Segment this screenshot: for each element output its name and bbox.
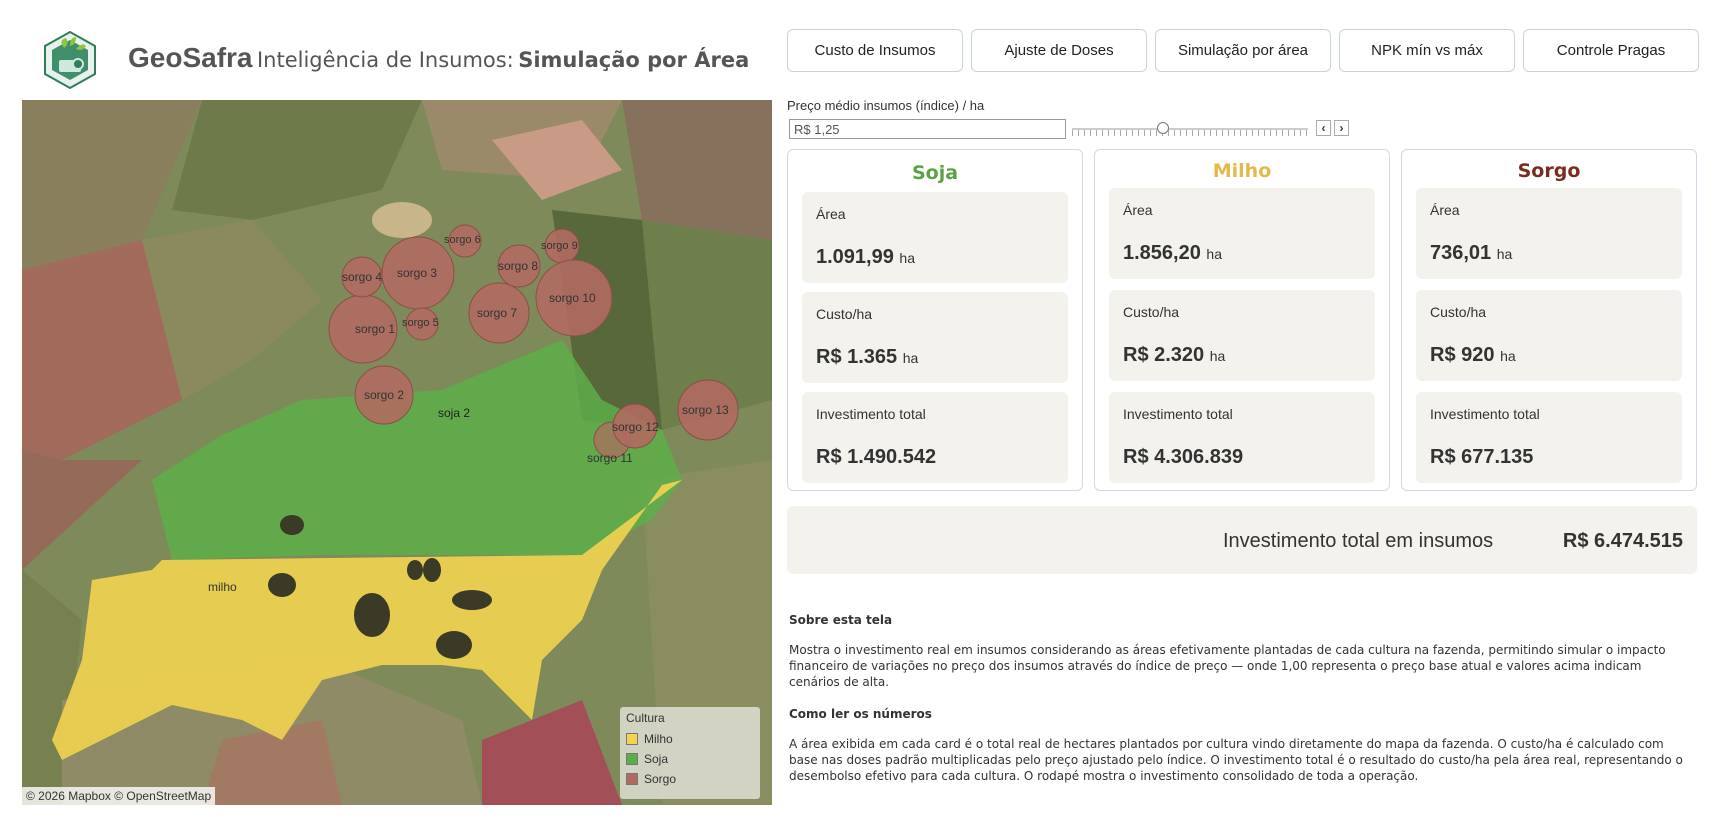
slider-ticks <box>1072 130 1308 136</box>
map-label-sorgo-4: sorgo 4 <box>342 270 383 284</box>
total-investment-value: R$ 6.474.515 <box>1562 530 1683 552</box>
legend-item-sorgo: Sorgo <box>626 769 754 789</box>
legend-label: Milho <box>644 732 673 746</box>
metric-value: R$ 4.306.839 <box>1123 446 1244 468</box>
map-label-sorgo-11: sorgo 11 <box>587 451 633 465</box>
legend-title: Cultura <box>626 711 665 725</box>
map-label-soja: soja 2 <box>438 406 471 420</box>
metric-value: R$ 1.490.542 <box>816 446 937 468</box>
metric-cost: Custo/ha R$ 2.320 ha <box>1109 290 1375 381</box>
metric-area: Área 1.856,20 ha <box>1109 188 1375 279</box>
how-to-read-title: Como ler os números <box>789 707 932 721</box>
metric-value: 1.091,99 ha <box>816 246 915 268</box>
header-subtitle: Inteligência de Insumos: <box>256 48 514 72</box>
crop-card-sorgo: Sorgo Área 736,01 ha Custo/ha R$ 920 ha … <box>1401 149 1697 491</box>
legend-item-soja: Soja <box>626 749 754 769</box>
metric-label: Custo/ha <box>1123 304 1180 320</box>
page-title: Simulação por Área <box>518 48 750 72</box>
total-investment-box: Investimento total em insumos R$ 6.474.5… <box>787 506 1697 574</box>
about-section: Sobre esta tela Mostra o investimento re… <box>789 612 1689 800</box>
nav-simulacao-area-button[interactable]: Simulação por área <box>1155 29 1331 72</box>
map-label-sorgo-5: sorgo 5 <box>402 317 439 329</box>
metric-value: R$ 920 ha <box>1430 344 1516 366</box>
nav-custo-insumos-button[interactable]: Custo de Insumos <box>787 29 963 72</box>
metric-investment: Investimento total R$ 1.490.542 <box>802 392 1068 483</box>
map-label-sorgo-12: sorgo 12 <box>612 420 659 434</box>
map-label-sorgo-1: sorgo 1 <box>355 322 396 336</box>
metric-area: Área 736,01 ha <box>1416 188 1682 279</box>
crop-title: Sorgo <box>1517 160 1581 182</box>
legend-item-milho: Milho <box>626 729 754 749</box>
metric-label: Investimento total <box>816 406 926 422</box>
price-index-slider[interactable] <box>1072 120 1308 138</box>
metric-area: Área 1.091,99 ha <box>802 192 1068 283</box>
metric-value: R$ 2.320 ha <box>1123 344 1226 366</box>
legend-swatch <box>626 773 638 785</box>
crop-card-soja: Soja Área 1.091,99 ha Custo/ha R$ 1.365 … <box>787 149 1083 491</box>
map-label-sorgo-3: sorgo 3 <box>397 266 438 280</box>
crop-title: Milho <box>1212 160 1272 182</box>
metric-label: Investimento total <box>1123 406 1233 422</box>
metric-label: Investimento total <box>1430 406 1540 422</box>
price-index-input[interactable] <box>789 119 1066 139</box>
map-label-sorgo-8: sorgo 8 <box>498 259 539 273</box>
total-investment-label: Investimento total em insumos <box>1223 530 1494 552</box>
price-index-label: Preço médio insumos (índice) / ha <box>787 98 985 113</box>
map-canvas <box>22 100 772 805</box>
map-label-sorgo-9: sorgo 9 <box>541 240 578 252</box>
map-label-sorgo-2: sorgo 2 <box>364 388 405 402</box>
brand-name: GeoSafra <box>128 42 253 73</box>
metric-value: 736,01 ha <box>1430 242 1513 264</box>
top-nav: Custo de Insumos Ajuste de Doses Simulaç… <box>787 29 1699 72</box>
app-logo-icon <box>42 30 98 90</box>
legend-swatch <box>626 753 638 765</box>
metric-label: Área <box>1430 202 1460 218</box>
page-header: GeoSafra Inteligência de Insumos: Simula… <box>128 42 749 74</box>
map-label-sorgo-6: sorgo 6 <box>444 234 481 246</box>
crop-title: Soja <box>911 162 959 184</box>
nav-controle-pragas-button[interactable]: Controle Pragas <box>1523 29 1699 72</box>
legend-label: Sorgo <box>644 772 677 786</box>
slider-thumb[interactable] <box>1157 122 1170 134</box>
metric-cost: Custo/ha R$ 1.365 ha <box>802 292 1068 383</box>
about-text: Mostra o investimento real em insumos co… <box>789 643 1666 689</box>
metric-value: R$ 677.135 <box>1430 446 1534 468</box>
map-attribution[interactable]: © 2026 Mapbox © OpenStreetMap <box>22 787 216 805</box>
metric-investment: Investimento total R$ 677.135 <box>1416 392 1682 483</box>
metric-investment: Investimento total R$ 4.306.839 <box>1109 392 1375 483</box>
chevron-left-icon[interactable]: ‹ <box>1316 120 1331 136</box>
how-to-read-text: A área exibida em cada card é o total re… <box>789 737 1683 783</box>
metric-label: Custo/ha <box>1430 304 1487 320</box>
nav-npk-button[interactable]: NPK mín vs máx <box>1339 29 1515 72</box>
metric-label: Área <box>1123 202 1153 218</box>
metric-label: Custo/ha <box>816 306 873 322</box>
map-legend: Cultura Milho Soja Sorgo <box>620 707 760 799</box>
metric-value: 1.856,20 ha <box>1123 242 1222 264</box>
metric-label: Área <box>816 206 846 222</box>
chevron-right-icon[interactable]: › <box>1334 120 1349 136</box>
map-label-sorgo-10: sorgo 10 <box>549 291 596 305</box>
crop-card-milho: Milho Área 1.856,20 ha Custo/ha R$ 2.320… <box>1094 149 1390 491</box>
map-label-milho: milho <box>208 580 237 594</box>
map-label-sorgo-13: sorgo 13 <box>682 403 729 417</box>
farm-map[interactable]: milho soja 2 sorgo 1 sorgo 2 sorgo 3 sor… <box>22 100 772 805</box>
nav-ajuste-doses-button[interactable]: Ajuste de Doses <box>971 29 1147 72</box>
metric-cost: Custo/ha R$ 920 ha <box>1416 290 1682 381</box>
about-title: Sobre esta tela <box>789 613 893 627</box>
legend-swatch <box>626 733 638 745</box>
dashboard: GeoSafra Inteligência de Insumos: Simula… <box>0 0 1715 817</box>
metric-value: R$ 1.365 ha <box>816 346 919 368</box>
legend-label: Soja <box>644 752 669 766</box>
map-label-sorgo-7: sorgo 7 <box>477 306 518 320</box>
